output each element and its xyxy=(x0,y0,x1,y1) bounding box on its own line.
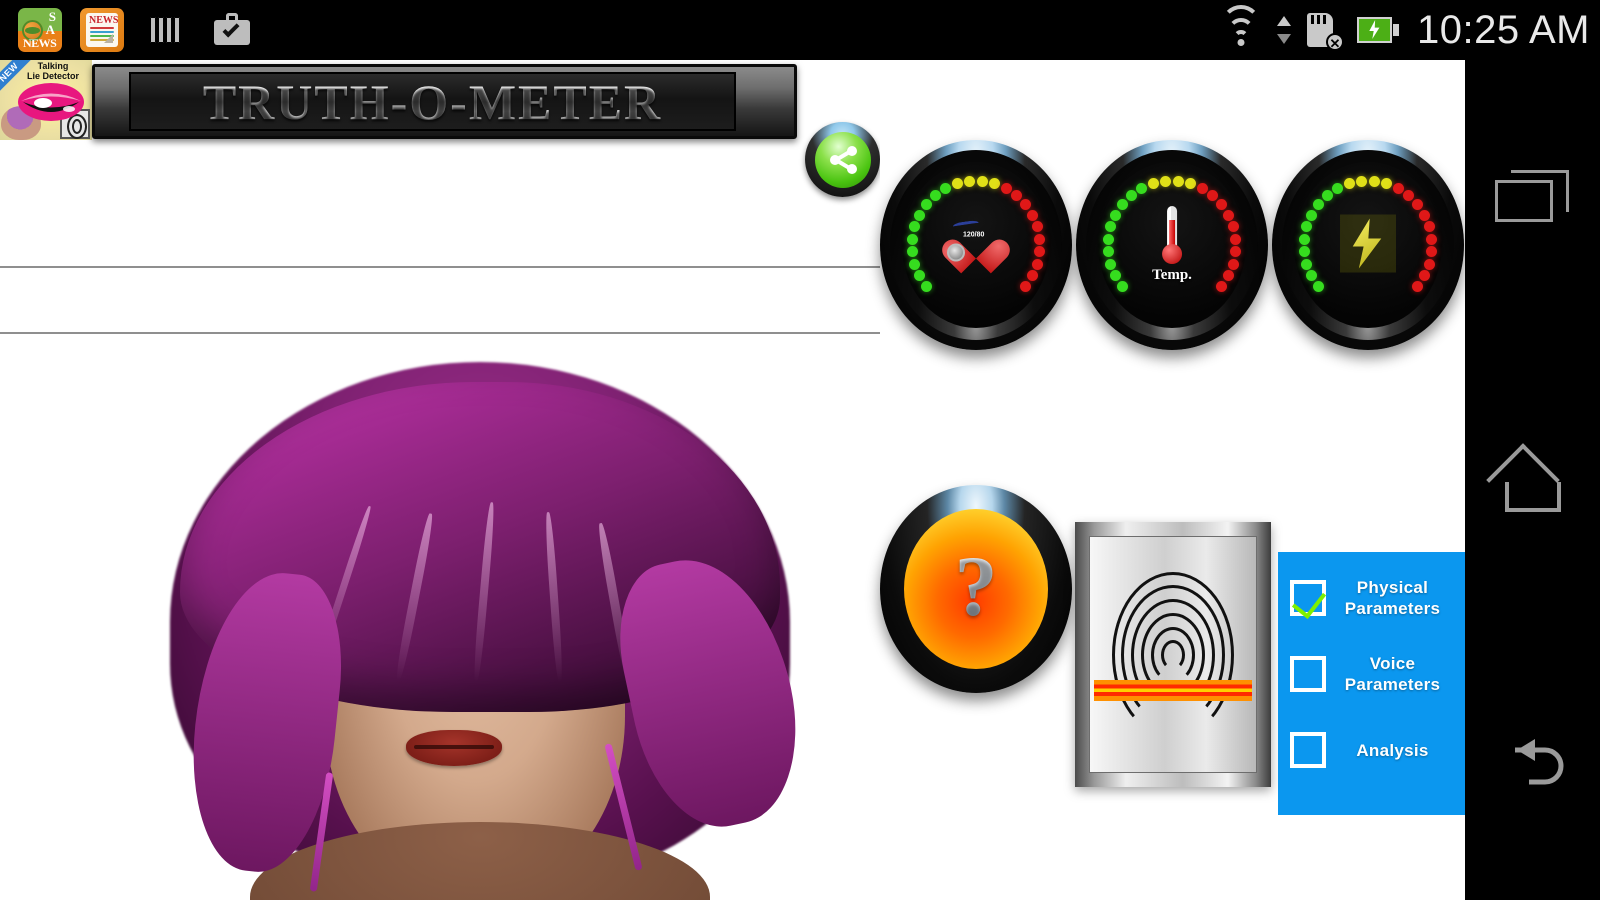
status-bar: S A NEWS NEWS ✕ 10:25 AM xyxy=(0,0,1600,60)
checklist-label-voice-parameters: Voice Parameters xyxy=(1344,654,1441,694)
mouth xyxy=(406,730,502,766)
newspaper-glyph: NEWS xyxy=(86,13,118,47)
status-bar-clock: 10:25 AM xyxy=(1416,7,1590,52)
recent-apps-button[interactable] xyxy=(1483,150,1583,250)
share-button-face xyxy=(814,131,871,188)
checklist-label-analysis: Analysis xyxy=(1356,740,1429,760)
scan-line xyxy=(1094,680,1252,701)
device-screen: S A NEWS NEWS ✕ 10:25 AM NEW Talking Lie… xyxy=(0,0,1600,900)
temperature-gauge[interactable]: Temp. xyxy=(1076,140,1268,350)
checklist-label-physical-parameters: Physical Parameters xyxy=(1344,578,1441,618)
question-mark-icon: ? xyxy=(954,538,998,634)
thermometer-icon xyxy=(1161,206,1183,264)
bp-gauge-center: 120/80 xyxy=(947,219,1005,271)
sa-news-notification-icon[interactable]: S A NEWS xyxy=(18,8,62,52)
back-button[interactable] xyxy=(1483,710,1583,810)
data-transfer-arrows-icon xyxy=(1276,13,1291,47)
news-word: NEWS xyxy=(89,15,119,26)
ask-question-button[interactable]: ? xyxy=(880,485,1072,693)
electrodermal-gauge[interactable] xyxy=(1272,140,1464,350)
page-title: TRUTH-O-METER xyxy=(202,73,663,130)
instrument-panel: 120/80 Temp. ? Physical Parameters Voice… xyxy=(880,60,1465,900)
temp-gauge-center: Temp. xyxy=(1152,206,1192,284)
status-bar-left: S A NEWS NEWS xyxy=(0,0,252,60)
lightning-bolt-icon xyxy=(1340,214,1396,273)
heart-stethoscope-icon: 120/80 xyxy=(947,219,1005,268)
checkbox-analysis[interactable] xyxy=(1290,732,1326,768)
fingerprint-scanner-screen xyxy=(1089,536,1257,773)
app-logo-title-line2: Lie Detector xyxy=(26,71,79,81)
home-button[interactable] xyxy=(1483,430,1583,530)
edr-gauge-center xyxy=(1340,214,1396,276)
avatar-area[interactable] xyxy=(0,336,880,900)
share-button[interactable] xyxy=(805,122,880,197)
work-briefcase-check-icon xyxy=(212,8,252,52)
share-icon xyxy=(829,145,857,174)
wifi-icon xyxy=(1219,5,1263,47)
recent-apps-icon-front xyxy=(1494,180,1553,222)
status-bar-right: ✕ 10:25 AM xyxy=(1219,0,1590,60)
blood-pressure-gauge[interactable]: 120/80 xyxy=(880,140,1072,350)
app-title-banner: TRUTH-O-METER xyxy=(92,64,797,139)
checkbox-voice-parameters[interactable] xyxy=(1290,656,1326,692)
system-navigation-bar xyxy=(1465,60,1600,900)
checklist-item-analysis[interactable]: Analysis xyxy=(1278,712,1465,788)
sd-card-removed-icon: ✕ xyxy=(1305,10,1344,51)
ask-question-button-face: ? xyxy=(904,509,1048,669)
temp-gauge-label: Temp. xyxy=(1152,267,1192,283)
avatar-character xyxy=(100,342,880,900)
app-content: NEW Talking Lie Detector TRUTH-O-METER 1… xyxy=(0,60,1465,900)
bp-reading: 120/80 xyxy=(963,231,985,239)
parameters-checklist: Physical Parameters Voice Parameters Ana… xyxy=(1278,552,1465,815)
home-icon-walls xyxy=(1504,482,1561,512)
news-notification-icon[interactable]: NEWS xyxy=(80,8,124,52)
fingerprint-icon xyxy=(1109,565,1237,745)
answer-text-field[interactable] xyxy=(0,268,880,332)
lips-glyph xyxy=(18,83,84,121)
sa-news-word: NEWS xyxy=(23,36,57,50)
battery-charging-icon xyxy=(1356,17,1399,43)
app-logo-title-line1: Talking xyxy=(37,61,69,71)
checkbox-physical-parameters[interactable] xyxy=(1290,580,1326,616)
checklist-item-physical-parameters[interactable]: Physical Parameters xyxy=(1278,560,1465,636)
checklist-item-voice-parameters[interactable]: Voice Parameters xyxy=(1278,636,1465,712)
banner-plate: TRUTH-O-METER xyxy=(129,72,736,131)
app-logo-title: Talking Lie Detector xyxy=(16,61,90,81)
app-logo-icon[interactable]: NEW Talking Lie Detector xyxy=(0,60,92,140)
answer-divider-bottom xyxy=(0,332,880,334)
page-fold xyxy=(104,34,113,43)
library-bars-icon xyxy=(148,8,188,52)
back-icon xyxy=(1514,739,1563,785)
fingerprint-scanner[interactable] xyxy=(1075,522,1271,787)
